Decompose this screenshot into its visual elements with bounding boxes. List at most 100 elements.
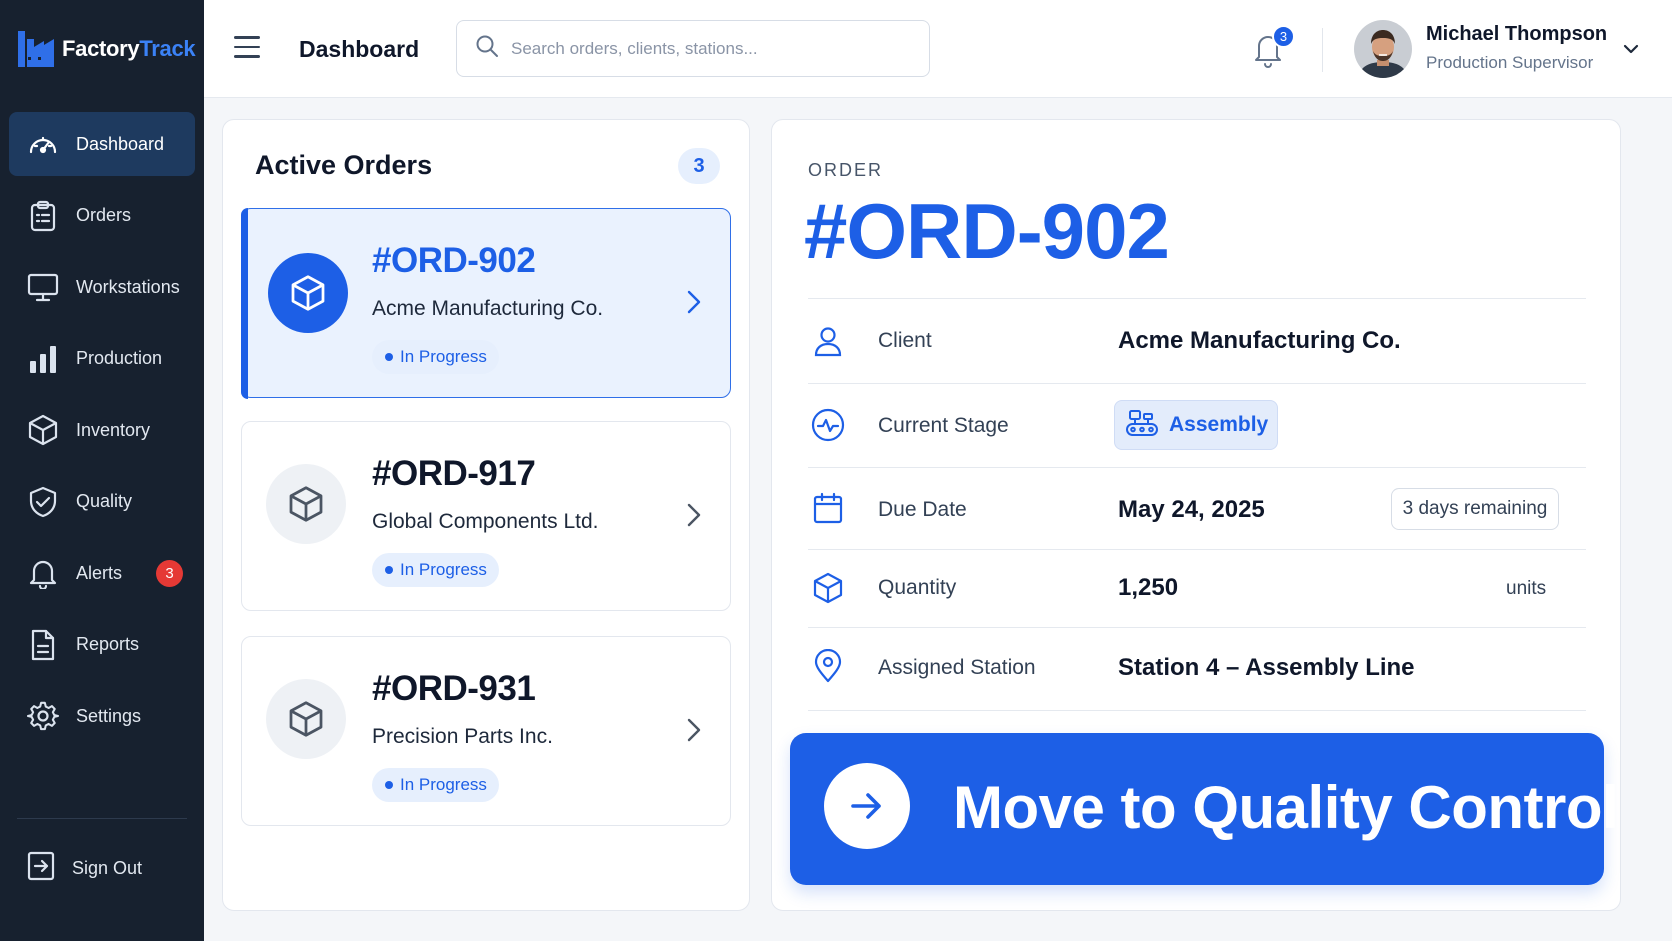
status-badge: In Progress — [372, 340, 499, 374]
gear-icon — [26, 699, 60, 733]
order-id: #ORD-902 — [372, 241, 536, 280]
bell-icon — [26, 556, 60, 590]
box-icon — [810, 570, 846, 606]
order-detail-id: #ORD-902 — [804, 187, 1170, 275]
header-divider — [1322, 28, 1323, 72]
box-icon — [266, 679, 346, 759]
top-header: Dashboard 3 Michael Thompson Production … — [204, 0, 1672, 98]
order-client: Global Components Ltd. — [372, 510, 599, 533]
order-detail-panel: ORDER #ORD-902 Client Acme Manufacturing… — [771, 119, 1621, 911]
sidebar-item-orders[interactable]: Orders — [9, 184, 195, 248]
order-client: Precision Parts Inc. — [372, 725, 553, 748]
sidebar-item-label: Alerts — [76, 562, 123, 583]
search-icon — [475, 34, 499, 63]
search-box[interactable] — [456, 20, 930, 77]
sidebar-item-settings[interactable]: Settings — [9, 684, 195, 748]
cta-label: Move to Quality Control — [953, 774, 1619, 841]
monitor-icon — [26, 270, 60, 304]
chevron-right-icon — [682, 287, 704, 317]
sidebar-nav: Dashboard Orders Workstations Production… — [9, 112, 195, 756]
menu-toggle-icon[interactable] — [234, 36, 260, 60]
sidebar-item-workstations[interactable]: Workstations — [9, 255, 195, 319]
user-name: Michael Thompson — [1426, 23, 1608, 45]
activity-icon — [810, 407, 846, 443]
move-to-quality-control-button[interactable]: Move to Quality Control — [790, 733, 1619, 885]
active-orders-panel: Active Orders 3 #ORD-902 Acme Manufactur… — [222, 119, 750, 911]
days-remaining-badge: 3 days remaining — [1391, 488, 1559, 530]
page-title: Dashboard — [299, 36, 420, 62]
sidebar-item-label: Quality — [76, 491, 133, 511]
box-icon — [26, 413, 60, 447]
sidebar: FactoryTrack Dashboard Orders Workstatio… — [0, 0, 204, 941]
factory-logo-icon — [18, 27, 56, 71]
order-card-ord-931[interactable]: #ORD-931 Precision Parts Inc. In Progres… — [241, 636, 731, 826]
box-icon — [268, 253, 348, 333]
order-id: #ORD-917 — [372, 454, 536, 493]
detail-row-stage: Current Stage Assembly — [808, 383, 1586, 467]
assembly-conveyor-icon — [1125, 408, 1159, 443]
document-icon — [26, 628, 60, 662]
gauge-icon — [26, 127, 60, 161]
calendar-icon — [810, 490, 846, 526]
clipboard-icon — [26, 199, 60, 233]
client-label: Client — [878, 329, 932, 352]
station-value: Station 4 – Assembly Line — [1118, 654, 1415, 681]
stage-badge: Assembly — [1114, 400, 1278, 450]
order-card-ord-902[interactable]: #ORD-902 Acme Manufacturing Co. In Progr… — [240, 207, 731, 399]
sidebar-item-label: Reports — [76, 634, 140, 654]
search-input[interactable] — [511, 38, 891, 59]
status-badge: In Progress — [372, 768, 499, 802]
quantity-label: Quantity — [878, 576, 957, 599]
active-orders-title: Active Orders — [255, 150, 433, 180]
app-logo[interactable]: FactoryTrack — [18, 26, 196, 72]
chevron-right-icon — [682, 500, 704, 530]
sidebar-item-quality[interactable]: Quality — [9, 470, 195, 534]
box-icon — [266, 464, 346, 544]
due-date-value: May 24, 2025 — [1118, 496, 1265, 523]
user-avatar[interactable] — [1354, 20, 1412, 78]
detail-row-station: Assigned Station Station 4 – Assembly Li… — [808, 627, 1586, 711]
app-name: FactoryTrack — [62, 36, 196, 61]
chevron-right-icon — [682, 715, 704, 745]
sidebar-divider — [17, 818, 187, 819]
chevron-down-icon[interactable] — [1620, 38, 1642, 60]
sidebar-item-alerts[interactable]: Alerts 3 — [9, 541, 195, 605]
detail-row-quantity: Quantity 1,250 units — [808, 549, 1586, 627]
sidebar-item-label: Inventory — [76, 419, 151, 440]
stage-label: Current Stage — [878, 414, 1009, 437]
sidebar-item-label: Dashboard — [76, 133, 165, 154]
stage-value: Assembly — [1169, 413, 1269, 436]
notifications-count-badge: 3 — [1272, 25, 1295, 48]
user-role: Production Supervisor — [1426, 53, 1594, 72]
sidebar-item-label: Production — [76, 348, 163, 368]
shield-check-icon — [26, 485, 60, 519]
order-eyebrow-label: ORDER — [808, 160, 884, 180]
sidebar-item-label: Orders — [76, 205, 132, 225]
detail-row-due-date: Due Date May 24, 2025 3 days remaining — [808, 467, 1586, 549]
station-label: Assigned Station — [878, 656, 1036, 679]
order-card-ord-917[interactable]: #ORD-917 Global Components Ltd. In Progr… — [241, 421, 731, 611]
active-orders-count-badge: 3 — [678, 148, 720, 184]
quantity-unit: units — [1506, 578, 1547, 599]
user-icon — [810, 323, 846, 359]
sign-out-label: Sign Out — [72, 857, 143, 878]
sidebar-item-inventory[interactable]: Inventory — [9, 398, 195, 462]
sign-out-button[interactable]: Sign Out — [9, 836, 195, 900]
map-pin-icon — [810, 648, 846, 684]
sidebar-item-reports[interactable]: Reports — [9, 613, 195, 677]
sidebar-item-production[interactable]: Production — [9, 327, 195, 391]
status-badge: In Progress — [372, 553, 499, 587]
client-value: Acme Manufacturing Co. — [1118, 327, 1401, 354]
sign-out-icon — [26, 850, 56, 887]
bar-chart-icon — [26, 342, 60, 376]
sidebar-item-label: Workstations — [76, 276, 180, 297]
quantity-value: 1,250 — [1118, 574, 1179, 601]
alerts-count-badge: 3 — [156, 560, 183, 587]
arrow-right-icon — [824, 763, 910, 849]
order-client: Acme Manufacturing Co. — [372, 297, 604, 320]
order-id: #ORD-931 — [372, 669, 536, 708]
sidebar-item-dashboard[interactable]: Dashboard — [9, 112, 195, 176]
sidebar-item-label: Settings — [76, 705, 142, 726]
detail-row-client: Client Acme Manufacturing Co. — [808, 298, 1586, 383]
due-date-label: Due Date — [878, 498, 967, 521]
